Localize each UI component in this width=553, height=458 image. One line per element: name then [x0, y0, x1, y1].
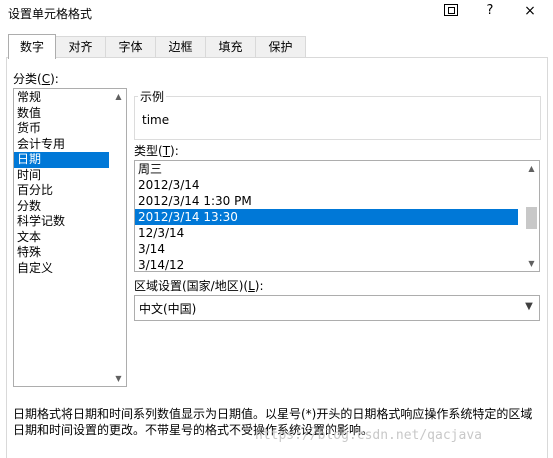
sample-value: time	[142, 113, 170, 127]
category-scrollbar[interactable]: ▲ ▼	[111, 89, 126, 386]
scroll-down-icon[interactable]: ▼	[111, 371, 126, 386]
category-item-time[interactable]: 时间	[14, 168, 109, 184]
help-button[interactable]: ?	[475, 0, 505, 24]
tab-fill[interactable]: 填充	[205, 36, 256, 57]
type-list[interactable]: 周三 2012/3/14 2012/3/14 1:30 PM 2012/3/14…	[134, 160, 540, 272]
tab-alignment[interactable]: 对齐	[55, 36, 106, 57]
close-button[interactable]: ×	[515, 0, 545, 24]
type-item[interactable]: 周三	[135, 161, 518, 177]
category-item-custom[interactable]: 自定义	[14, 261, 109, 277]
locale-label: 区域设置(国家/地区)(L):	[134, 279, 264, 293]
type-scrollbar[interactable]: ▲ ▼	[524, 161, 539, 271]
category-item-number[interactable]: 数值	[14, 106, 109, 122]
tab-number[interactable]: 数字	[8, 34, 56, 59]
category-item-accounting[interactable]: 会计专用	[14, 137, 109, 153]
category-item-special[interactable]: 特殊	[14, 245, 109, 261]
restore-button[interactable]	[436, 0, 466, 24]
dialog-title: 设置单元格格式	[8, 7, 93, 21]
category-item-text[interactable]: 文本	[14, 230, 109, 246]
category-item-fraction[interactable]: 分数	[14, 199, 109, 215]
category-label: 分类(C):	[13, 72, 59, 86]
scroll-thumb[interactable]	[526, 207, 537, 229]
category-item-general[interactable]: 常规	[14, 90, 109, 106]
scroll-up-icon[interactable]: ▲	[111, 89, 126, 104]
type-item[interactable]: 3/14	[135, 241, 518, 257]
category-item-percentage[interactable]: 百分比	[14, 183, 109, 199]
type-label: 类型(T):	[134, 144, 179, 158]
sample-group	[134, 96, 541, 140]
type-item[interactable]: 3/14/12	[135, 257, 518, 271]
restore-icon	[444, 4, 458, 16]
chevron-down-icon[interactable]: ▼	[518, 296, 539, 320]
sample-legend: 示例	[138, 88, 167, 105]
scroll-down-icon[interactable]: ▼	[524, 256, 539, 271]
tab-protection[interactable]: 保护	[255, 36, 306, 57]
watermark: https://blog.csdn.net/qacjava	[255, 428, 482, 443]
tab-font[interactable]: 字体	[105, 36, 156, 57]
type-item[interactable]: 2012/3/14 1:30 PM	[135, 193, 518, 209]
title-bar: 设置单元格格式 ? ×	[0, 0, 553, 28]
locale-select[interactable]: 中文(中国) ▼	[134, 295, 540, 321]
scroll-up-icon[interactable]: ▲	[524, 161, 539, 176]
category-list[interactable]: 常规 数值 货币 会计专用 日期 时间 百分比 分数 科学记数 文本 特殊 自定…	[13, 88, 127, 387]
tab-border[interactable]: 边框	[155, 36, 206, 57]
type-item[interactable]: 2012/3/14	[135, 177, 518, 193]
type-item[interactable]: 12/3/14	[135, 225, 518, 241]
category-item-date[interactable]: 日期	[14, 152, 109, 168]
locale-value: 中文(中国)	[139, 302, 197, 316]
type-item-selected[interactable]: 2012/3/14 13:30	[135, 209, 518, 225]
category-item-currency[interactable]: 货币	[14, 121, 109, 137]
category-item-scientific[interactable]: 科学记数	[14, 214, 109, 230]
